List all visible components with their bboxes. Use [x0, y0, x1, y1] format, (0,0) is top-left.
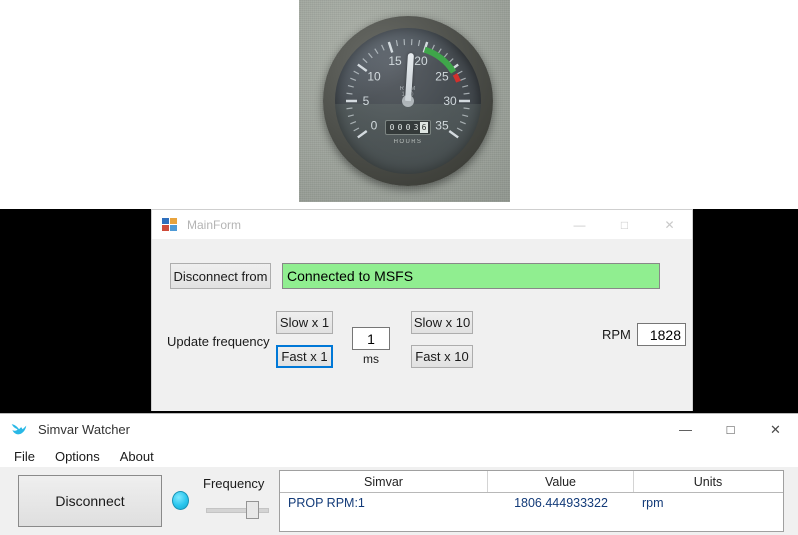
- interval-units-label: ms: [352, 352, 390, 366]
- menu-item-file[interactable]: File: [8, 447, 41, 466]
- form-designer-icon: [162, 218, 178, 232]
- svg-text:35: 35: [435, 119, 449, 133]
- column-header-simvar[interactable]: Simvar: [280, 471, 488, 492]
- hour-meter-digit: 0: [388, 122, 396, 133]
- cell-simvar: PROP RPM:1: [280, 493, 488, 513]
- minimize-icon[interactable]: —: [663, 414, 708, 445]
- connection-led-indicator: [172, 491, 189, 510]
- maximize-icon[interactable]: □: [602, 210, 647, 239]
- svg-text:30: 30: [443, 94, 457, 108]
- gauge-hours-label: HOURS: [394, 139, 423, 145]
- hour-meter-digit: 0: [396, 122, 404, 133]
- fast-x10-button[interactable]: Fast x 10: [411, 345, 473, 368]
- frequency-label: Frequency: [203, 476, 264, 491]
- column-header-value[interactable]: Value: [488, 471, 634, 492]
- slow-x1-button[interactable]: Slow x 1: [276, 311, 333, 334]
- disconnect-from-button[interactable]: Disconnect from: [170, 263, 271, 289]
- mainform-window: MainForm — □ ✕ Disconnect from Connected…: [151, 209, 693, 411]
- minimize-icon[interactable]: —: [557, 210, 602, 239]
- maximize-icon[interactable]: □: [708, 414, 753, 445]
- hour-meter-digit: 0: [404, 122, 412, 133]
- svg-text:25: 25: [435, 69, 449, 83]
- mainform-title-bar[interactable]: MainForm — □ ✕: [152, 210, 692, 239]
- svg-text:0: 0: [371, 119, 378, 133]
- cell-units: rpm: [634, 493, 782, 513]
- gauge-face: 05101520253035 R M100 00036 HOURS: [335, 28, 481, 174]
- disconnect-button[interactable]: Disconnect: [18, 475, 162, 527]
- slow-x10-button[interactable]: Slow x 10: [411, 311, 473, 334]
- connection-status-field: Connected to MSFS: [282, 263, 660, 289]
- hour-meter-digit: 6: [420, 122, 428, 133]
- svg-text:15: 15: [388, 54, 402, 68]
- mainform-body: Disconnect from Connected to MSFS Update…: [152, 239, 692, 411]
- watcher-title-bar[interactable]: Simvar Watcher — □ ✕: [0, 414, 798, 445]
- gauge-hour-meter: 00036: [385, 120, 431, 135]
- gauge-bezel: 05101520253035 R M100 00036 HOURS: [323, 16, 493, 186]
- interval-input[interactable]: 1: [352, 327, 390, 350]
- close-icon[interactable]: ✕: [647, 210, 692, 239]
- table-header-row: SimvarValueUnits: [280, 471, 783, 493]
- svg-text:10: 10: [367, 69, 381, 83]
- slider-track: [206, 508, 269, 513]
- hour-meter-digit: 3: [412, 122, 420, 133]
- mainform-title-text: MainForm: [187, 218, 241, 232]
- update-frequency-label: Update frequency: [167, 334, 270, 349]
- column-header-units[interactable]: Units: [634, 471, 782, 492]
- rpm-label: RPM: [602, 327, 631, 342]
- simvar-table: SimvarValueUnits PROP RPM:11806.44493332…: [279, 470, 784, 532]
- watcher-window-controls: — □ ✕: [663, 414, 798, 445]
- simvar-watcher-window: Simvar Watcher — □ ✕ File Options About Di…: [0, 413, 798, 535]
- aircraft-tachometer-photo: 05101520253035 R M100 00036 HOURS: [299, 0, 510, 202]
- fast-x1-button[interactable]: Fast x 1: [276, 345, 333, 368]
- bird-logo-icon: [10, 422, 28, 438]
- menu-item-options[interactable]: Options: [49, 447, 106, 466]
- watcher-body: Disconnect Frequency SimvarValueUnits PR…: [0, 467, 798, 535]
- gauge-hub: [402, 95, 414, 107]
- cell-value: 1806.444933322: [488, 493, 634, 513]
- table-body: PROP RPM:11806.444933322rpm: [280, 493, 783, 513]
- screen-root: 05101520253035 R M100 00036 HOURS MainFo…: [0, 0, 798, 535]
- mainform-window-controls: — □ ✕: [557, 210, 692, 239]
- rpm-value-field[interactable]: 1828: [637, 323, 686, 346]
- frequency-slider[interactable]: [206, 501, 269, 519]
- close-icon[interactable]: ✕: [753, 414, 798, 445]
- menu-item-about[interactable]: About: [114, 447, 160, 466]
- slider-thumb[interactable]: [246, 501, 259, 519]
- svg-text:5: 5: [363, 94, 370, 108]
- watcher-menu-bar: File Options About: [0, 445, 798, 467]
- watcher-title-text: Simvar Watcher: [38, 422, 130, 437]
- table-row[interactable]: PROP RPM:11806.444933322rpm: [280, 493, 783, 513]
- svg-text:20: 20: [414, 54, 428, 68]
